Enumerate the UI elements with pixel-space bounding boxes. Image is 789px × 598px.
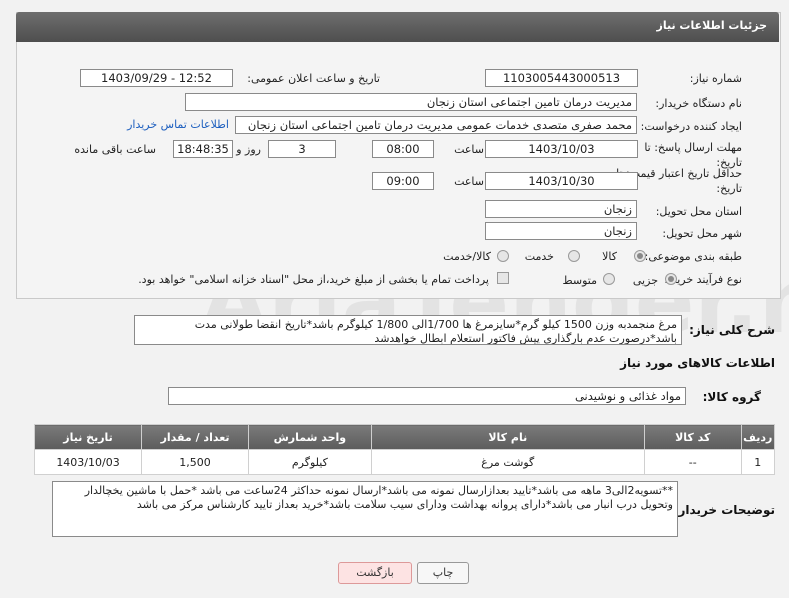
city-label: شهر محل تحویل: [662, 227, 742, 240]
announce-field: 1403/09/29 - 12:52 [80, 69, 233, 87]
col-code: کد کالا [643, 424, 742, 450]
table-row: 1 -- گوشت مرغ کیلوگرم 1,500 1403/10/03 [33, 449, 776, 475]
cell-name: گوشت مرغ [370, 449, 645, 475]
province-label: استان محل تحویل: [655, 205, 742, 218]
treasury-payment-note: پرداخت تمام یا بخشی از مبلغ خرید،از محل … [138, 273, 489, 286]
remaining-time-field: 18:48:35 [173, 140, 233, 158]
panel-header: جزئیات اطلاعات نیاز [16, 12, 779, 42]
col-row: ردیف [740, 424, 776, 450]
col-qty: تعداد / مقدار [141, 424, 250, 450]
cell-unit: کیلوگرم [248, 449, 372, 475]
cell-code: -- [643, 449, 742, 475]
reply-time-field: 08:00 [372, 140, 434, 158]
requester-field: محمد صفری متصدی خدمات عمومی مدیریت درمان… [235, 116, 637, 134]
category-goods-radio[interactable] [634, 250, 646, 262]
process-partial-label: جزیی [632, 274, 658, 287]
cell-qty: 1,500 [141, 449, 250, 475]
cell-row: 1 [740, 449, 776, 475]
buyer-notes-textarea[interactable]: **تسویه2الی3 ماهه می باشد*تایید بعدازارس… [52, 481, 678, 537]
reply-date-field: 1403/10/03 [485, 140, 638, 158]
col-name: نام کالا [370, 424, 645, 450]
col-unit: واحد شمارش [248, 424, 372, 450]
buyer-org-field: مدیریت درمان تامین اجتماعی استان زنجان [185, 93, 637, 111]
buyer-notes-label: توضیحات خریدار: [673, 503, 775, 517]
process-medium-radio[interactable] [603, 273, 615, 285]
print-button[interactable]: چاپ [417, 562, 469, 584]
city-field: زنجان [485, 222, 637, 240]
page-title: جزئیات اطلاعات نیاز [656, 19, 768, 32]
table-header-row: ردیف کد کالا نام کالا واحد شمارش تعداد /… [33, 424, 776, 450]
goods-group-label: گروه کالا: [702, 390, 761, 404]
contact-info-link[interactable]: اطلاعات تماس خریدار [127, 118, 229, 131]
col-date: تاریخ نیاز [33, 424, 143, 450]
buyer-org-label: نام دستگاه خریدار: [655, 97, 742, 110]
category-goods-label: کالا [602, 250, 617, 263]
cell-date: 1403/10/03 [33, 449, 143, 475]
process-medium-label: متوسط [562, 274, 597, 287]
announce-label: تاریخ و ساعت اعلان عمومی: [247, 72, 380, 85]
process-partial-radio[interactable] [665, 273, 677, 285]
description-textarea[interactable]: مرغ منجمدبه وزن 1500 کیلو گرم*سایزمرغ ها… [134, 315, 682, 345]
remaining-label: ساعت باقی مانده [74, 143, 156, 156]
need-number-field: 1103005443000513 [485, 69, 638, 87]
price-time-field: 09:00 [372, 172, 434, 190]
price-date-field: 1403/10/30 [485, 172, 638, 190]
province-field: زنجان [485, 200, 637, 218]
reply-time-label: ساعت [454, 143, 484, 156]
category-service-radio[interactable] [568, 250, 580, 262]
price-time-label: ساعت [454, 175, 484, 188]
back-button[interactable]: بازگشت [338, 562, 412, 584]
description-label: شرح کلی نیاز: [689, 323, 775, 337]
category-service-label: خدمت [524, 250, 554, 263]
days-count-field: 3 [268, 140, 336, 158]
goods-section-title: اطلاعات کالاهای مورد نیاز [620, 356, 775, 370]
days-label: روز و [236, 143, 261, 156]
category-label: طبقه بندی موضوعی: [644, 250, 742, 263]
need-number-label: شماره نیاز: [689, 72, 742, 85]
category-goods-service-label: کالا/خدمت [443, 250, 491, 263]
requester-label: ایجاد کننده درخواست: [640, 120, 742, 133]
items-table: ردیف کد کالا نام کالا واحد شمارش تعداد /… [33, 424, 776, 475]
goods-group-field: مواد غذائی و نوشیدنی [168, 387, 686, 405]
treasury-payment-checkbox[interactable] [497, 272, 509, 284]
category-goods-service-radio[interactable] [497, 250, 509, 262]
